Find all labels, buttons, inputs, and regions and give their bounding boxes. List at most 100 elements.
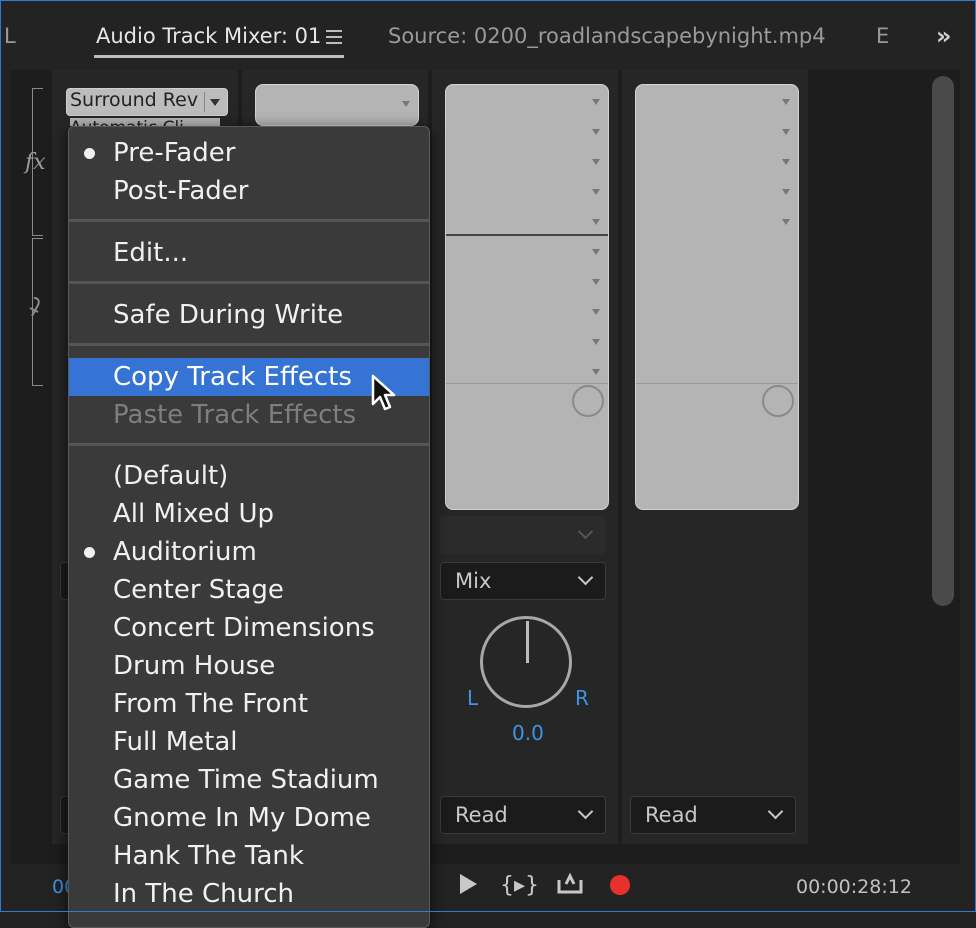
menu-item-preset-full-metal[interactable]: Full Metal [69,723,429,761]
send-level-knob[interactable] [572,385,604,417]
menu-item-label: Gnome In My Dome [113,803,371,833]
tab-partial-left[interactable]: L [4,24,16,48]
chevron-down-icon [577,523,594,540]
mouse-pointer-icon [371,374,396,411]
pan-right-label: R [575,686,589,710]
slot-dropdown-icon[interactable] [402,101,410,107]
record-button[interactable] [610,875,630,895]
menu-item-preset-in-the-church[interactable]: In The Church [69,875,429,913]
effect-slot-2-name: Automatic Cli [70,118,184,126]
menu-item-preset-game-time-stadium[interactable]: Game Time Stadium [69,761,429,799]
loop-icon[interactable]: {▸} [500,870,540,898]
slot-dropdown-icon[interactable] [592,129,600,135]
fx-icon: fx [25,150,46,175]
slot-dropdown-icon[interactable] [592,309,600,315]
menu-item-label: Game Time Stadium [113,765,379,795]
channel-4-effect-slots[interactable] [635,84,799,510]
slot-dropdown-icon[interactable] [592,159,600,165]
menu-item-preset-drum-house[interactable]: Drum House [69,647,429,685]
checked-bullet-icon [84,148,95,159]
effect-slot-1-name: Surround Rev [70,89,199,111]
effect-slot-1-selector[interactable]: Surround Rev [66,88,228,116]
menu-item-label: Center Stage [113,575,284,605]
slot-dropdown-icon[interactable] [782,129,790,135]
menu-item-label: In The Church [113,879,295,909]
slot-dropdown-icon[interactable] [782,99,790,105]
panel-menu-icon[interactable] [326,30,342,48]
pan-knob-needle [526,621,529,663]
fx-sends-divider [446,234,608,236]
slot-dropdown-icon[interactable] [592,219,600,225]
menu-item-preset-all-mixed-up[interactable]: All Mixed Up [69,495,429,533]
pan-knob[interactable] [480,616,572,708]
active-tab-indicator [94,55,344,58]
effect-slot-dropdown-icon[interactable] [204,92,225,112]
automation-value: Read [645,803,698,827]
slot-dropdown-icon[interactable] [592,99,600,105]
panel-tab-bar: L Audio Track Mixer: 01 Source: 0200_roa… [0,0,976,70]
slot-dropdown-icon[interactable] [782,159,790,165]
menu-item-label: All Mixed Up [113,499,275,529]
slot-divider [636,383,798,384]
menu-item-safe-during-write[interactable]: Safe During Write [69,296,429,334]
tab-audio-track-mixer[interactable]: Audio Track Mixer: 01 [96,24,321,48]
slot-divider [446,383,608,384]
menu-item-label: Hank The Tank [113,841,304,871]
tab-source[interactable]: Source: 0200_roadlandscapebynight.mp4 [388,24,826,48]
automation-value: Read [455,803,508,827]
menu-item-post-fader[interactable]: Post-Fader [69,172,429,210]
menu-item-label: (Default) [113,461,229,491]
channel-3-effect-slots[interactable] [445,84,609,510]
menu-item-preset-from-the-front[interactable]: From The Front [69,685,429,723]
channel-4-automation-select[interactable]: Read [630,796,796,834]
menu-separator [69,281,429,284]
menu-item-edit[interactable]: Edit... [69,234,429,272]
chevron-down-icon [767,803,784,820]
effect-context-menu: Pre-Fader Post-Fader Edit... Safe During… [68,126,430,928]
checked-bullet-icon [84,547,95,558]
menu-item-label: Safe During Write [113,300,344,330]
channel-2-effect-slots[interactable] [255,84,419,126]
menu-item-preset-gnome-in-my-dome[interactable]: Gnome In My Dome [69,799,429,837]
chevron-down-icon [577,803,594,820]
menu-item-preset-hank-the-tank[interactable]: Hank The Tank [69,837,429,875]
menu-item-label: Auditorium [113,537,257,567]
menu-item-label: Post-Fader [113,176,249,206]
overflow-chevron-icon[interactable]: » [936,22,951,50]
menu-item-label: Edit... [113,238,189,268]
menu-item-label: Concert Dimensions [113,613,375,643]
menu-item-preset-auditorium[interactable]: Auditorium [69,533,429,571]
menu-item-preset-concert-dimensions[interactable]: Concert Dimensions [69,609,429,647]
pan-left-label: L [467,686,479,710]
menu-item-label: Drum House [113,651,276,681]
slot-dropdown-icon[interactable] [592,339,600,345]
effect-slot-2[interactable]: Automatic Cli [70,118,220,126]
slot-dropdown-icon[interactable] [592,279,600,285]
mode-value: Mix [455,569,492,593]
menu-item-label: Full Metal [113,727,238,757]
slot-dropdown-icon[interactable] [592,369,600,375]
mixer-left-column [10,70,50,864]
menu-item-preset-default[interactable]: (Default) [69,457,429,495]
export-icon[interactable] [556,870,584,896]
channel-3-mode-select[interactable]: Mix [440,562,606,600]
send-level-knob[interactable] [762,385,794,417]
menu-item-pre-fader[interactable]: Pre-Fader [69,134,429,172]
vertical-scrollbar[interactable] [932,76,954,606]
menu-item-preset-center-stage[interactable]: Center Stage [69,571,429,609]
slot-dropdown-icon[interactable] [592,249,600,255]
menu-separator [69,343,429,346]
slot-dropdown-icon[interactable] [782,189,790,195]
timecode-right: 00:00:28:12 [796,876,912,898]
pan-value[interactable]: 0.0 [512,721,544,745]
channel-3-automation-select[interactable]: Read [440,796,606,834]
play-icon[interactable] [460,874,477,894]
menu-item-label: From The Front [113,689,309,719]
menu-item-label: Copy Track Effects [113,362,352,392]
svg-text:{▸}: {▸} [500,873,539,898]
slot-dropdown-icon[interactable] [782,219,790,225]
tab-partial-right[interactable]: E [876,24,889,48]
menu-separator [69,219,429,222]
chevron-down-icon [577,569,594,586]
slot-dropdown-icon[interactable] [592,189,600,195]
